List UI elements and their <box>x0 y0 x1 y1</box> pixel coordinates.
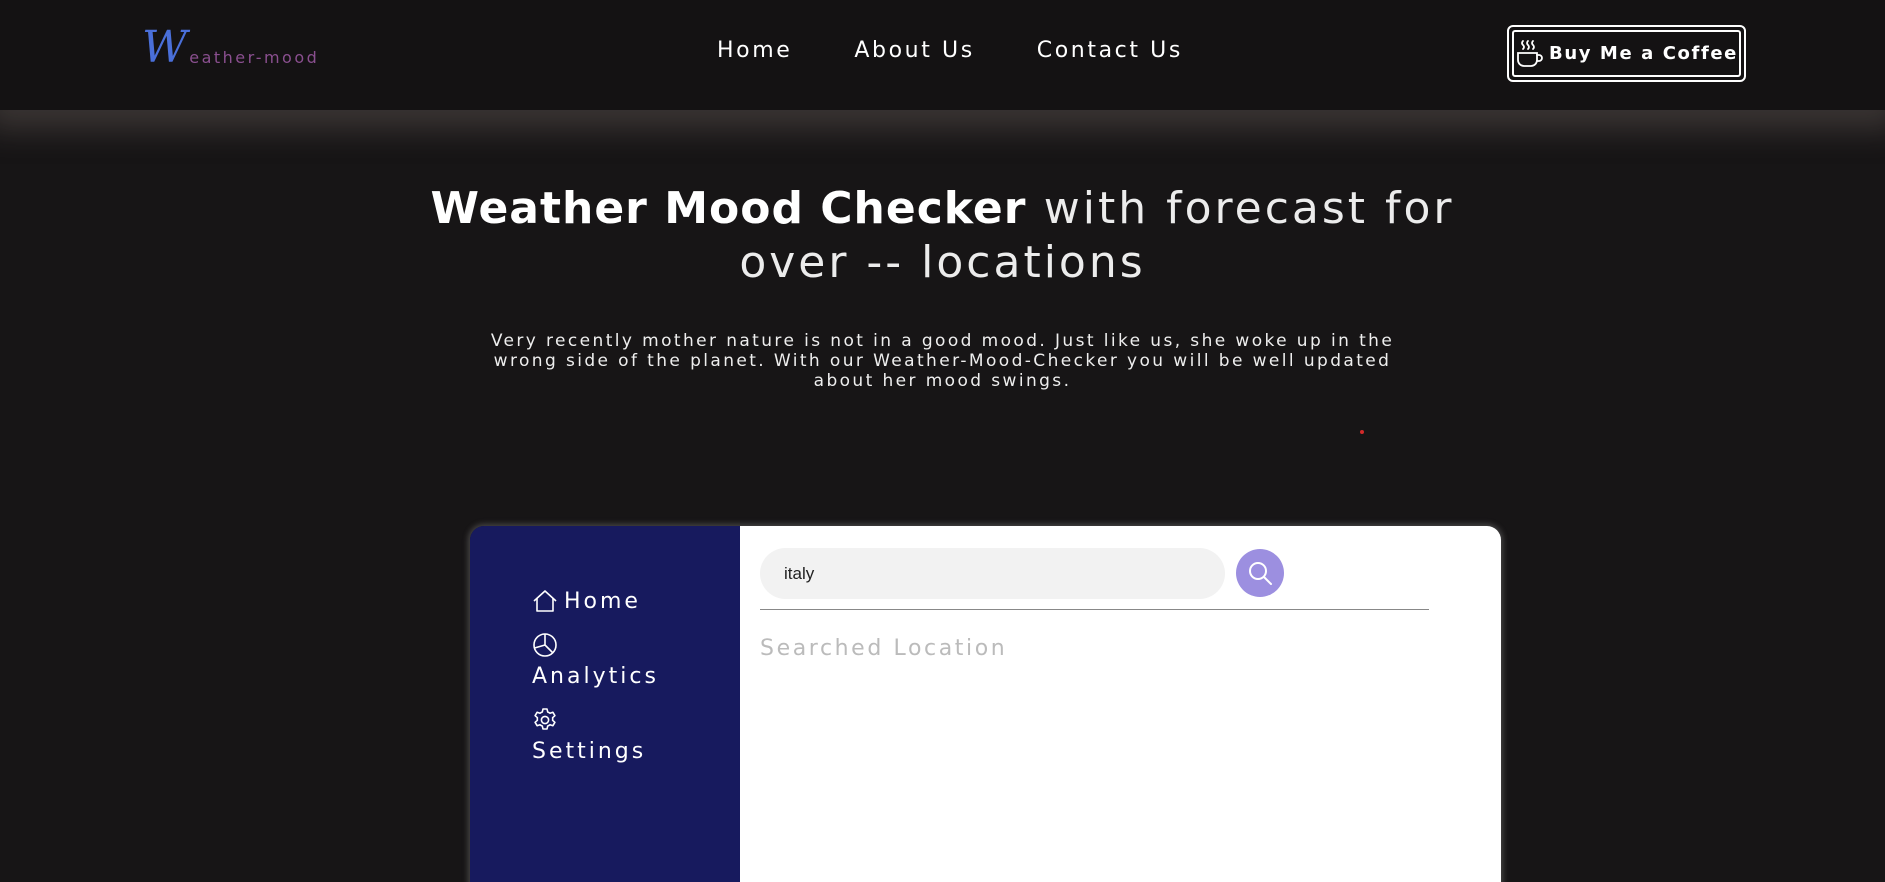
app-main-panel: Searched Location <box>740 526 1501 882</box>
logo-initial: W <box>142 22 188 73</box>
hero-title: Weather Mood Checker with forecast for o… <box>400 182 1485 290</box>
sidebar-item-label: Home <box>564 589 641 614</box>
search-divider <box>760 609 1429 610</box>
coffee-cup-icon <box>1517 39 1543 67</box>
logo[interactable]: W eather-mood <box>142 26 319 70</box>
red-dot <box>1360 430 1364 434</box>
sidebar-item-label: Settings <box>532 739 647 764</box>
nav-home-link[interactable]: Home <box>717 38 792 63</box>
app-sidebar: Home Analytics Settings <box>470 526 740 882</box>
hero-subtitle: Very recently mother nature is not in a … <box>490 331 1395 391</box>
home-icon <box>533 590 557 612</box>
sidebar-item-settings[interactable]: Settings <box>532 707 740 764</box>
searched-location-heading: Searched Location <box>760 636 1008 661</box>
search-input[interactable] <box>760 548 1225 599</box>
nav-contact-link[interactable]: Contact Us <box>1037 38 1183 63</box>
sidebar-item-label: Analytics <box>532 664 659 689</box>
search-icon <box>1249 562 1272 585</box>
site-header: W eather-mood Home About Us Contact Us B… <box>0 0 1885 110</box>
buy-coffee-label: Buy Me a Coffee <box>1549 43 1738 64</box>
sidebar-item-home[interactable]: Home <box>532 588 740 614</box>
sidebar-item-analytics[interactable]: Analytics <box>532 632 740 689</box>
nav-about-link[interactable]: About Us <box>854 38 974 63</box>
buy-coffee-button-inner: Buy Me a Coffee <box>1512 30 1741 77</box>
weather-app-card: Home Analytics Settings Sear <box>470 526 1501 882</box>
hero-title-bold: Weather Mood Checker <box>430 183 1027 234</box>
gear-icon <box>534 708 556 730</box>
logo-text: eather-mood <box>189 48 320 67</box>
main-nav: Home About Us Contact Us <box>717 38 1183 63</box>
buy-coffee-button[interactable]: Buy Me a Coffee <box>1507 25 1746 82</box>
search-button[interactable] <box>1236 549 1284 597</box>
pie-chart-icon <box>533 633 557 657</box>
